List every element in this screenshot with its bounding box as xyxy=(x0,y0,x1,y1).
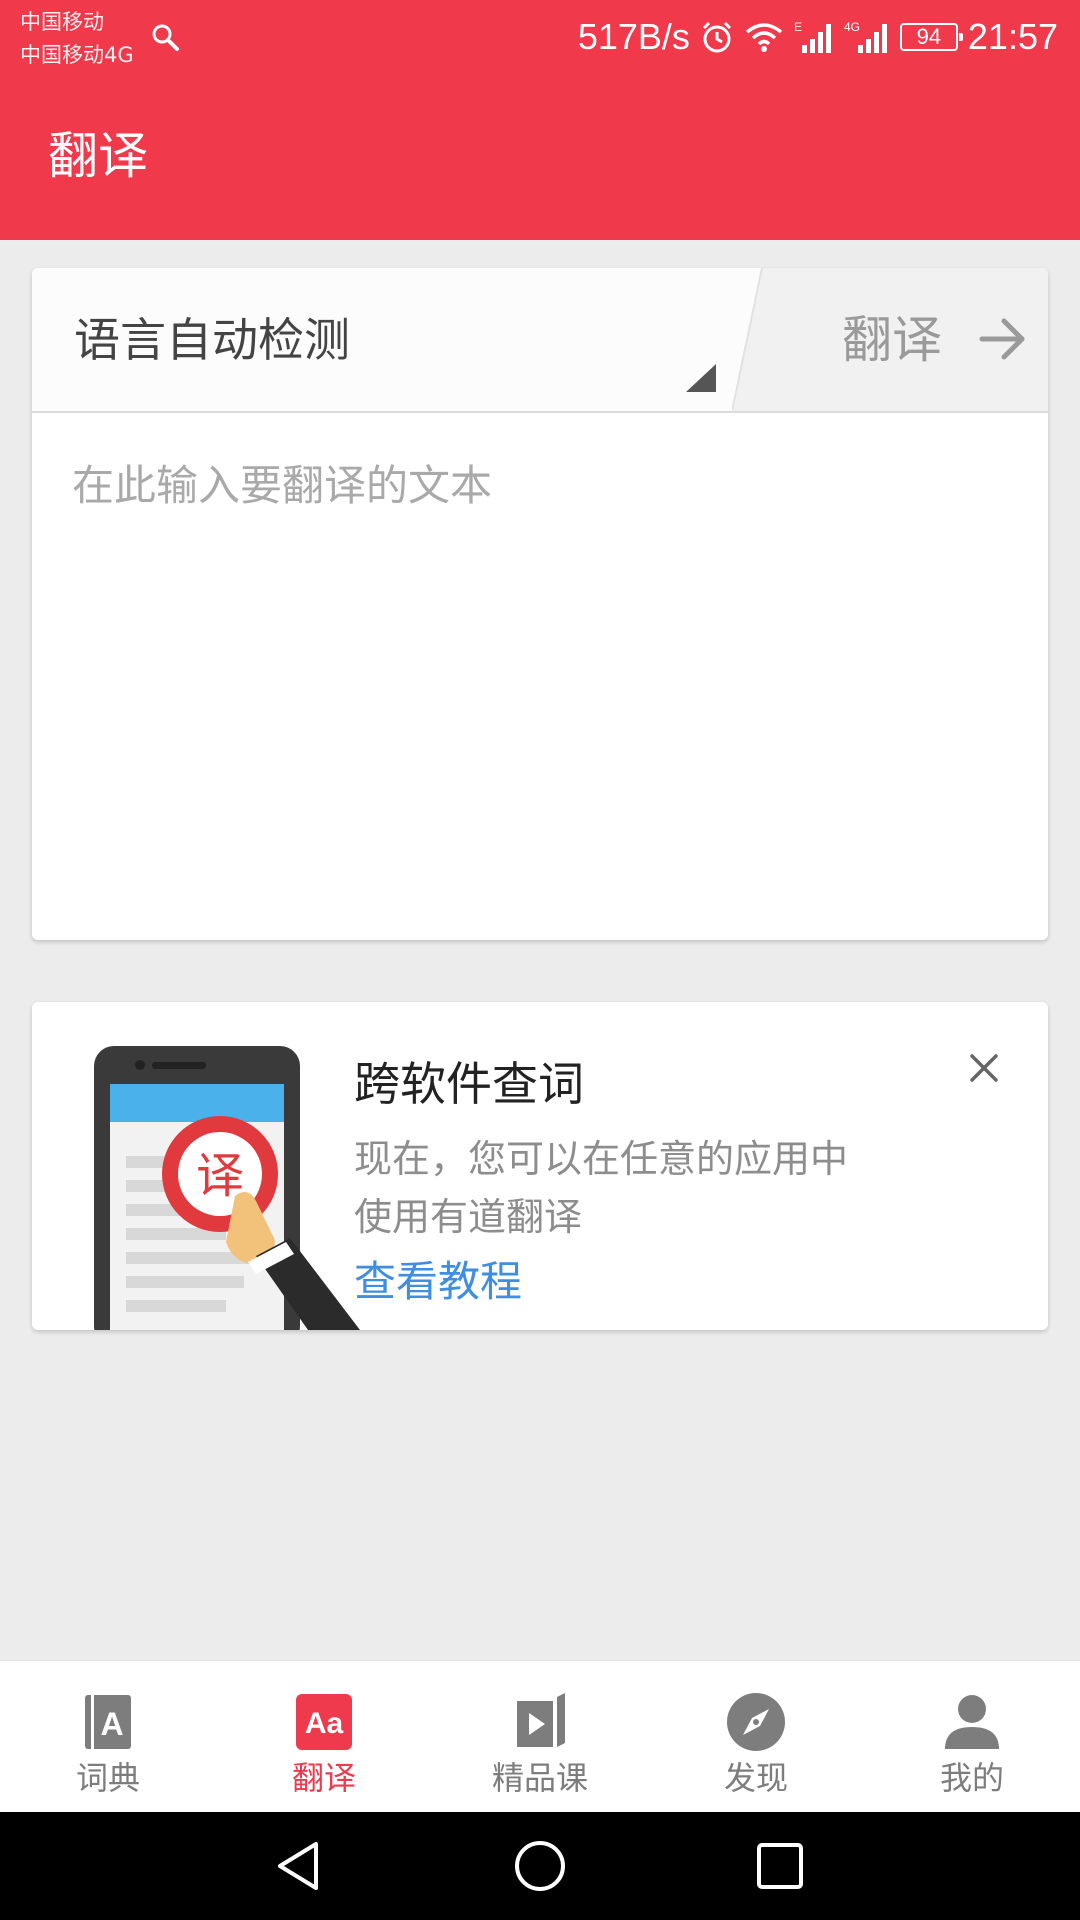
svg-text:E: E xyxy=(794,20,802,34)
translate-card: 语言自动检测 翻译 xyxy=(32,268,1048,940)
page-title: 翻译 xyxy=(48,127,148,185)
compass-icon xyxy=(727,1693,785,1751)
nav-label-course: 精品课 xyxy=(491,1759,588,1797)
phone-translate-illustration: 译 xyxy=(94,1046,360,1330)
net-speed: 517B/s xyxy=(577,16,690,57)
promo-description-line: 使用有道翻译 xyxy=(354,1195,583,1239)
bottom-navigation: A 词典 Aa 翻译 精品课 发现 我的 xyxy=(0,1660,1080,1812)
signal-4g-icon: 4G xyxy=(844,20,887,53)
back-icon[interactable] xyxy=(272,1838,328,1894)
promo-title: 跨软件查词 xyxy=(354,1057,584,1111)
source-text-input[interactable] xyxy=(72,458,1008,898)
search-icon xyxy=(152,24,179,51)
battery-level: 94 xyxy=(916,24,942,49)
course-video-icon xyxy=(517,1693,565,1747)
nav-item-profile[interactable]: 我的 xyxy=(864,1661,1080,1812)
promo-card: 译 跨软件查词 现在，您可以在任意的应用中 使用有道翻译 查看教程 xyxy=(32,1002,1048,1330)
system-navigation-bar xyxy=(0,1812,1080,1920)
carrier-info: 中国移动 中国移动4G xyxy=(20,6,134,72)
nav-label-dictionary: 词典 xyxy=(75,1759,140,1797)
translate-icon-glyph: Aa xyxy=(305,1707,344,1740)
recents-icon[interactable] xyxy=(752,1838,808,1894)
nav-item-translate[interactable]: Aa 翻译 xyxy=(216,1661,432,1812)
divider xyxy=(32,411,1048,413)
translate-button-label: 翻译 xyxy=(842,311,942,369)
nav-item-discover[interactable]: 发现 xyxy=(648,1661,864,1812)
language-bar: 语言自动检测 翻译 xyxy=(32,268,1048,412)
nav-label-profile: 我的 xyxy=(939,1759,1004,1797)
carrier-2: 中国移动4G xyxy=(20,43,134,67)
svg-text:4G: 4G xyxy=(844,20,860,34)
nav-item-course[interactable]: 精品课 xyxy=(432,1661,648,1812)
wifi-icon xyxy=(745,23,783,52)
status-bar: 中国移动 中国移动4G 517B/s E 4G 94 21:57 xyxy=(0,0,1080,80)
signal-e-icon: E xyxy=(794,20,831,53)
battery-icon: 94 xyxy=(899,23,963,51)
alarm-icon xyxy=(702,21,731,53)
app-header: 中国移动 中国移动4G 517B/s E 4G 94 21:57 翻译 xyxy=(0,0,1080,240)
nav-label-translate: 翻译 xyxy=(291,1759,356,1797)
carrier-1: 中国移动 xyxy=(20,10,104,34)
home-icon[interactable] xyxy=(512,1838,568,1894)
promo-description-line: 现在，您可以在任意的应用中 xyxy=(354,1137,849,1181)
language-label: 语言自动检测 xyxy=(74,313,350,367)
promo-description: 现在，您可以在任意的应用中 使用有道翻译 xyxy=(354,1130,914,1246)
translate-icon: Aa xyxy=(296,1694,352,1750)
language-selector[interactable]: 语言自动检测 xyxy=(32,268,732,411)
dropdown-corner-icon xyxy=(686,364,716,392)
view-tutorial-link[interactable]: 查看教程 xyxy=(354,1254,522,1310)
person-icon xyxy=(945,1695,999,1749)
arrow-right-icon xyxy=(979,318,1025,360)
status-right: 517B/s E 4G 94 21:57 xyxy=(578,12,1058,62)
nav-item-dictionary[interactable]: A 词典 xyxy=(0,1661,216,1812)
dictionary-icon: A xyxy=(85,1695,131,1749)
close-icon[interactable] xyxy=(962,1046,1006,1090)
dictionary-icon-glyph: A xyxy=(100,1706,123,1742)
clock: 21:57 xyxy=(967,16,1058,57)
translate-button[interactable]: 翻译 xyxy=(802,268,1048,411)
divider-slant xyxy=(732,268,802,411)
nav-label-discover: 发现 xyxy=(723,1759,788,1797)
